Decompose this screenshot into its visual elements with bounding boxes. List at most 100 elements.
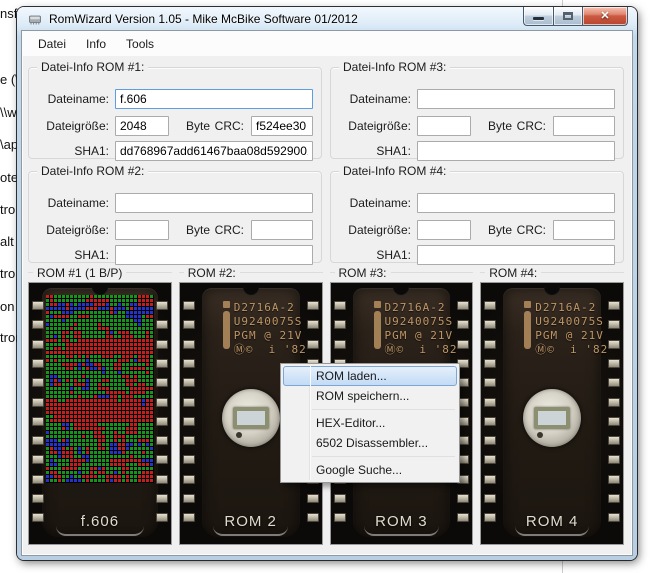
chip-pin <box>183 417 195 426</box>
chip-pin <box>484 494 496 503</box>
chip-pin <box>32 359 44 368</box>
dateigroesse-label: Dateigröße: <box>331 119 411 133</box>
rom4-dateigroesse-input[interactable] <box>417 220 471 240</box>
menu-item-google-suche[interactable]: Google Suche... <box>283 460 457 480</box>
chip-pin <box>484 436 496 445</box>
background-text-fragment: tro <box>0 202 15 217</box>
rom1-dateiname-input[interactable] <box>115 89 313 109</box>
groupbox-rom4-title: Datei-Info ROM #4: <box>339 164 450 178</box>
chip-pin <box>608 494 620 503</box>
file-info-grid: Datei-Info ROM #1: Dateiname: Dateigröße… <box>28 67 624 263</box>
chip-pin <box>32 436 44 445</box>
rom2-sha1-input[interactable] <box>115 245 313 265</box>
groupbox-rom2: Datei-Info ROM #2: Dateiname: Dateigröße… <box>28 171 322 263</box>
rom3-sha1-input[interactable] <box>417 141 615 161</box>
chip-pin <box>608 475 620 484</box>
chip-notch <box>243 287 259 296</box>
chip-pin <box>183 378 195 387</box>
chip-pin <box>484 513 496 522</box>
rom1-sha1-input[interactable] <box>115 141 313 161</box>
rom1-crc-input[interactable] <box>251 116 313 136</box>
background-text-fragment: tro <box>0 266 15 281</box>
chip-pin <box>307 340 319 349</box>
window-title: RomWizard Version 1.05 - Mike McBike Sof… <box>49 12 358 26</box>
rom1-panel-label: ROM #1 (1 B/P) <box>28 265 172 280</box>
chip-pin <box>457 513 469 522</box>
background-text-fragment: \ap <box>0 137 18 152</box>
chip-pin <box>457 340 469 349</box>
rom4-crc-input[interactable] <box>553 220 615 240</box>
chip-pin <box>484 417 496 426</box>
minimize-icon <box>533 17 544 20</box>
chip-pin <box>608 320 620 329</box>
chip-pin <box>457 494 469 503</box>
chip-notch <box>544 287 560 296</box>
chip-pin <box>608 455 620 464</box>
chip-pin <box>156 475 168 484</box>
menu-item-6502-disassembler[interactable]: 6502 Disassembler... <box>283 433 457 453</box>
chip-pin <box>484 398 496 407</box>
groupbox-rom3: Datei-Info ROM #3: Dateiname: Dateigröße… <box>330 67 624 159</box>
rom2-dateigroesse-input[interactable] <box>115 220 169 240</box>
chip-pin <box>32 398 44 407</box>
chip-pin <box>156 417 168 426</box>
chip-pin <box>156 398 168 407</box>
rom3-dateigroesse-input[interactable] <box>417 116 471 136</box>
rom1-chip-label: f.606 <box>29 513 171 530</box>
chip-pin <box>183 301 195 310</box>
eprom-die <box>233 407 269 429</box>
chip-print-mark <box>223 301 230 308</box>
rom1-dateigroesse-input[interactable] <box>115 116 169 136</box>
byte-label: Byte <box>488 119 512 133</box>
maximize-button[interactable] <box>553 7 582 26</box>
chip-print-bar <box>223 311 230 349</box>
background-text-fragment: alt <box>0 234 14 249</box>
chip-pin <box>32 513 44 522</box>
chip-pin <box>183 475 195 484</box>
chip-pin <box>156 494 168 503</box>
groupbox-rom3-title: Datei-Info ROM #3: <box>339 60 450 74</box>
menu-tools[interactable]: Tools <box>116 33 164 55</box>
menu-datei[interactable]: Datei <box>28 33 76 55</box>
desktop: { "background": { "fragments": [ {"text"… <box>0 0 650 573</box>
chip-pin <box>183 513 195 522</box>
rom4-dateiname-input[interactable] <box>417 193 615 213</box>
rom3-dateiname-input[interactable] <box>417 89 615 109</box>
rom2-crc-input[interactable] <box>251 220 313 240</box>
menu-item-rom-laden[interactable]: ROM laden... <box>283 366 457 386</box>
rom3-crc-input[interactable] <box>553 116 615 136</box>
rom2-dateiname-input[interactable] <box>115 193 313 213</box>
background-text-fragment: \\w <box>0 105 17 120</box>
rom2-chip-label: ROM 2 <box>180 513 322 530</box>
rom4-chip-image[interactable]: D2716A-2 U9240075S PGM @ 21V Ⓜ© i '82 RO… <box>480 282 624 545</box>
dateiname-label: Dateiname: <box>331 92 411 106</box>
dateigroesse-label: Dateigröße: <box>29 119 109 133</box>
rom1-chip-image[interactable]: f.606 <box>28 282 172 545</box>
crc-label: CRC: <box>215 223 244 237</box>
chip-pin <box>32 417 44 426</box>
byte-label: Byte <box>186 223 210 237</box>
chip-pin <box>484 340 496 349</box>
chip-print-mark <box>524 301 531 308</box>
dateiname-label: Dateiname: <box>331 196 411 210</box>
chip-pin <box>32 494 44 503</box>
rom4-sha1-input[interactable] <box>417 245 615 265</box>
close-button[interactable]: ✕ <box>582 7 628 26</box>
chip-pin <box>608 436 620 445</box>
chip-pin <box>32 455 44 464</box>
menu-item-hex-editor[interactable]: HEX-Editor... <box>283 413 457 433</box>
sha1-label: SHA1: <box>29 144 109 158</box>
rom3-panel-label: ROM #3: <box>330 265 474 280</box>
background-text-fragment: ote <box>0 170 18 185</box>
menu-info[interactable]: Info <box>76 33 116 55</box>
rom4-panel-label: ROM #4: <box>480 265 624 280</box>
rom4-chip-print: D2716A-2 U9240075S PGM @ 21V Ⓜ© i '82 <box>535 301 608 357</box>
chip-print-bar <box>524 311 531 349</box>
chip-pin <box>183 359 195 368</box>
chip-pin <box>608 378 620 387</box>
minimize-button[interactable] <box>523 7 553 26</box>
dateiname-label: Dateiname: <box>29 92 109 106</box>
rom4-column: ROM #4: D2716A-2 U9240075S PGM @ 21V Ⓜ© … <box>480 265 624 545</box>
app-chip-icon <box>27 13 43 25</box>
menu-item-rom-speichern[interactable]: ROM speichern... <box>283 386 457 406</box>
